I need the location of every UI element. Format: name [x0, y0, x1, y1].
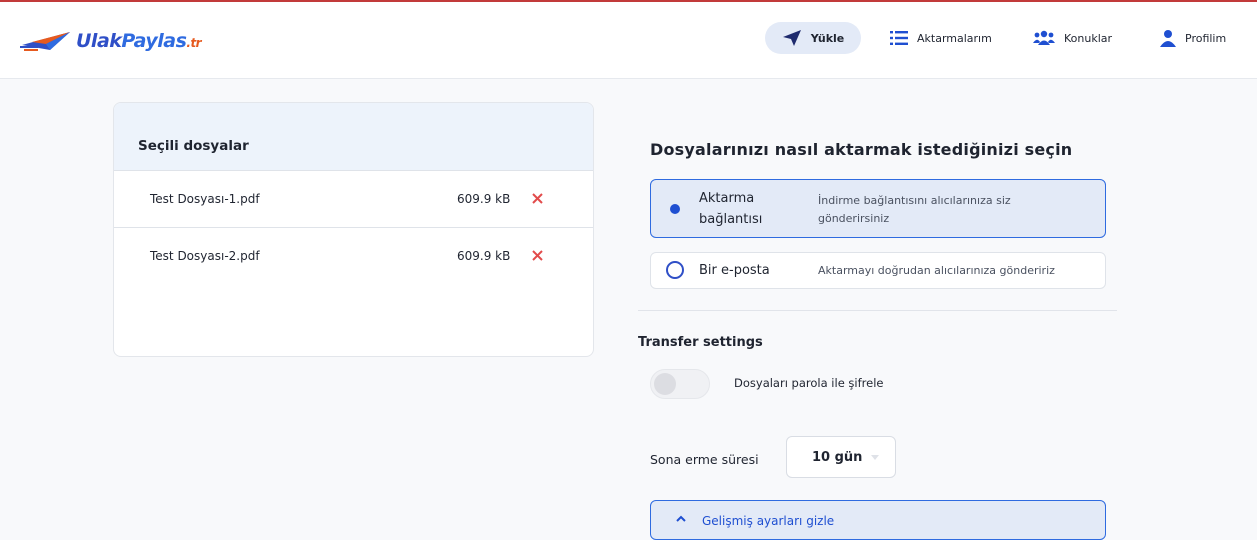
- nav-profile-label: Profilim: [1185, 31, 1227, 45]
- file-name: Test Dosyası-2.pdf: [150, 249, 260, 263]
- selected-files-title: Seçili dosyalar: [114, 103, 593, 171]
- nav-transfers[interactable]: Aktarmalarım: [890, 22, 992, 54]
- option-transfer-link-desc-1: İndirme bağlantısını alıcılarınıza siz: [818, 194, 1011, 207]
- option-email[interactable]: Bir e-posta Aktarmayı doğrudan alıcıları…: [650, 252, 1106, 289]
- transfer-method-title: Dosyalarınızı nasıl aktarmak istediğiniz…: [650, 140, 1073, 159]
- remove-file-button[interactable]: [526, 187, 548, 209]
- option-transfer-link[interactable]: Aktarma bağlantısı İndirme bağlantısını …: [650, 179, 1106, 238]
- list-icon: [890, 30, 908, 46]
- radio-unselected[interactable]: [666, 261, 684, 279]
- header: UlakPaylas.tr Yükle Aktarmalarım Konukla…: [0, 2, 1257, 79]
- transfer-settings-title: Transfer settings: [638, 335, 763, 350]
- option-transfer-link-label-2: bağlantısı: [699, 212, 763, 227]
- close-icon: [531, 249, 543, 261]
- file-row: Test Dosyası-2.pdf 609.9 kB: [114, 228, 593, 284]
- nav-upload[interactable]: Yükle: [765, 22, 861, 54]
- file-size: 609.9 kB: [457, 192, 511, 206]
- expiry-label: Sona erme süresi: [650, 452, 759, 467]
- users-icon: [1033, 30, 1055, 46]
- expiry-value: 10 gün: [812, 450, 863, 465]
- password-toggle[interactable]: [650, 369, 710, 399]
- nav-contacts-label: Konuklar: [1064, 31, 1113, 45]
- option-transfer-link-desc-2: gönderirsiniz: [818, 212, 890, 225]
- file-size: 609.9 kB: [457, 249, 511, 263]
- file-name: Test Dosyası-1.pdf: [150, 192, 260, 206]
- close-icon: [531, 192, 543, 204]
- advanced-settings-toggle[interactable]: Gelişmiş ayarları gizle: [650, 500, 1106, 540]
- file-row: Test Dosyası-1.pdf 609.9 kB: [114, 171, 593, 228]
- section-divider: [638, 310, 1117, 311]
- user-icon: [1160, 29, 1176, 47]
- option-email-desc: Aktarmayı doğrudan alıcılarınıza gönderi…: [818, 264, 1055, 277]
- paper-plane-logo-icon: [20, 32, 70, 51]
- option-email-label: Bir e-posta: [699, 263, 770, 278]
- logo[interactable]: UlakPaylas.tr: [20, 21, 202, 61]
- paper-plane-icon: [782, 29, 802, 47]
- logo-wordmark: UlakPaylas.tr: [76, 30, 202, 52]
- remove-file-button[interactable]: [526, 244, 548, 266]
- option-transfer-link-label-1: Aktarma: [699, 191, 755, 206]
- chevron-up-icon: [676, 515, 686, 522]
- expiry-select[interactable]: 10 gün: [786, 436, 896, 478]
- nav-profile[interactable]: Profilim: [1160, 22, 1226, 54]
- nav-contacts[interactable]: Konuklar: [1033, 22, 1112, 54]
- password-toggle-label: Dosyaları parola ile şifrele: [734, 376, 884, 390]
- radio-selected[interactable]: [666, 200, 684, 218]
- selected-files-panel: Seçili dosyalar Test Dosyası-1.pdf 609.9…: [113, 102, 594, 357]
- toggle-knob: [654, 373, 676, 395]
- advanced-settings-label: Gelişmiş ayarları gizle: [702, 514, 835, 528]
- nav-transfers-label: Aktarmalarım: [917, 31, 992, 45]
- nav-upload-label: Yükle: [810, 31, 845, 45]
- chevron-down-icon: [871, 455, 879, 460]
